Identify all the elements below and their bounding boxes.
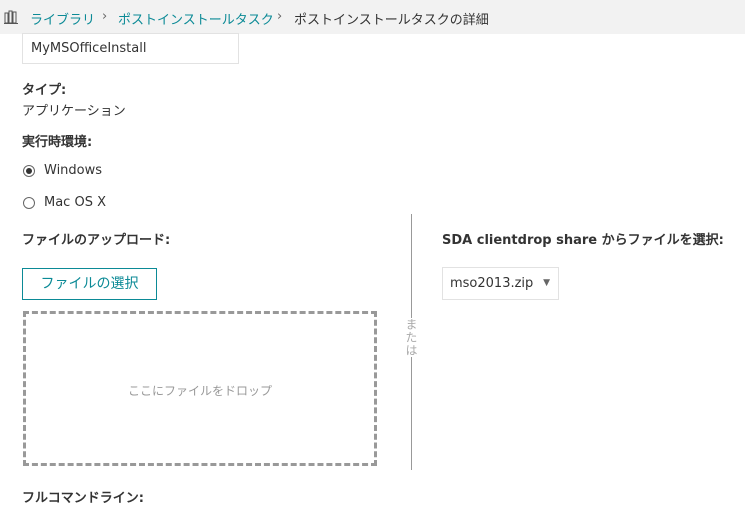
breadcrumb-library-link[interactable]: ライブラリ xyxy=(30,9,95,28)
cut-off-label: フルコマンドライン: xyxy=(22,491,144,506)
choose-file-button[interactable]: ファイルの選択 xyxy=(22,268,157,300)
library-icon xyxy=(4,10,18,24)
or-text: または xyxy=(404,318,420,357)
windows-radio-label[interactable]: Windows xyxy=(44,163,102,178)
runtime-label: 実行時環境: xyxy=(22,135,93,150)
caret-down-icon: ▼ xyxy=(543,278,550,288)
breadcrumb-current: ポストインストールタスクの詳細 xyxy=(294,13,489,28)
type-value: アプリケーション xyxy=(22,104,126,119)
drop-zone-text: ここにファイルをドロップ xyxy=(127,384,272,398)
macos-radio-label[interactable]: Mac OS X xyxy=(44,195,106,210)
upload-label: ファイルのアップロード: xyxy=(22,233,171,248)
share-label: SDA clientdrop share からファイルを選択: xyxy=(442,233,724,248)
share-file-selected: mso2013.zip xyxy=(450,276,534,291)
task-name-field[interactable]: MyMSOfficeInstall xyxy=(22,33,239,64)
share-file-select[interactable]: mso2013.zip ▼ xyxy=(442,267,559,300)
macos-radio[interactable] xyxy=(23,197,35,209)
type-label: タイプ: xyxy=(22,83,67,98)
file-drop-zone[interactable]: ここにファイルをドロップ xyxy=(23,311,377,466)
breadcrumb-separator: › xyxy=(277,9,283,24)
breadcrumb-tasks-link[interactable]: ポストインストールタスク xyxy=(118,9,274,28)
breadcrumb-separator: › xyxy=(102,9,108,24)
windows-radio[interactable] xyxy=(23,165,35,177)
breadcrumb: ライブラリ › ポストインストールタスク › ポストインストールタスクの詳細 xyxy=(0,0,745,34)
